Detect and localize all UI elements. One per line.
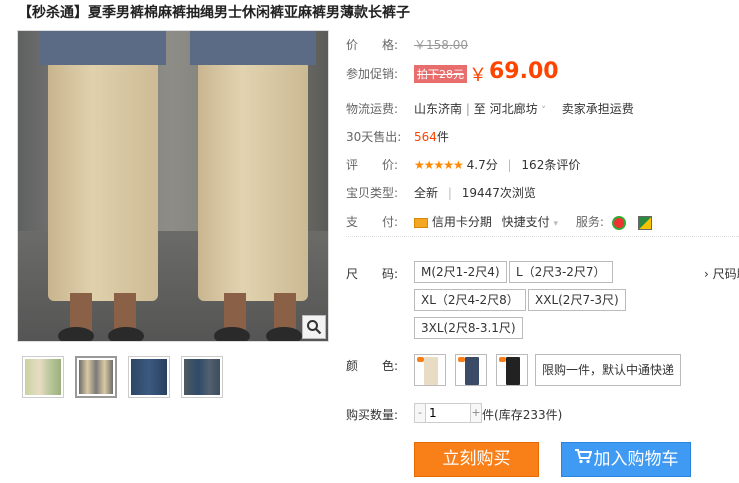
navy-swatch [465, 357, 479, 385]
destination-label: 河北廊坊 [489, 102, 538, 116]
promo-tag: 拍下28元 [414, 65, 467, 83]
shipping-to-sep: 至 [473, 102, 486, 116]
color-option-beige[interactable] [414, 354, 446, 386]
current-price: 69.00 [489, 59, 559, 84]
guarantee-icon[interactable] [637, 215, 652, 230]
view-count: 19447次浏览 [461, 186, 536, 200]
rating-value: ★★★★★ 4.7分 | 162条评价 [414, 156, 580, 173]
rating-score: 4.7分 [466, 158, 498, 172]
price-row: 价 格: ￥158.00 [346, 36, 468, 53]
thumbnail[interactable] [181, 356, 223, 398]
sandal [58, 327, 94, 341]
size-option-l[interactable]: L（2尺3-2尺7） [509, 261, 613, 283]
review-count-link[interactable]: 162条评价 [521, 158, 580, 172]
size-label: 尺 码: [346, 267, 399, 281]
thumbnail[interactable] [128, 356, 170, 398]
currency-symbol: ￥ [469, 65, 487, 86]
shipping-note: 卖家承担运费 [561, 102, 634, 116]
rating-row: 评 价: ★★★★★ 4.7分 | 162条评价 [346, 156, 580, 173]
pants-back-view [198, 31, 308, 301]
selected-dot-icon [417, 357, 424, 362]
cart-icon [574, 443, 592, 476]
shipping-from: 山东济南 [414, 102, 463, 116]
color-option-note[interactable]: 限购一件，默认中通快递 [535, 354, 682, 386]
item-type-sep: | [447, 186, 452, 200]
service-label: 服务: [575, 215, 604, 229]
quantity-stock: 件(库存233件) [482, 406, 562, 423]
add-to-cart-label: 加入购物车 [593, 449, 679, 470]
color-label: 颜 色: [346, 359, 399, 373]
shipping-label: 物流运费: [346, 102, 399, 116]
pants-front-view [48, 31, 158, 301]
selected-dot-icon [458, 357, 465, 362]
sandal [214, 327, 250, 341]
sandal [266, 327, 302, 341]
seven-day-return-icon[interactable] [611, 215, 626, 230]
quantity-unit: 件 [482, 408, 495, 422]
payment-label: 支 付: [346, 215, 399, 229]
sales-count: 564 [414, 130, 437, 144]
beige-swatch [424, 357, 438, 385]
item-condition: 全新 [414, 186, 439, 200]
add-to-cart-button[interactable]: 加入购物车 [561, 442, 691, 477]
credit-installment[interactable]: 信用卡分期 [432, 215, 492, 229]
shipping-value: 山东济南 | 至 河北廊坊 ˅ 卖家承担运费 [414, 100, 634, 117]
item-type-label: 宝贝类型: [346, 186, 399, 200]
section-divider [346, 236, 739, 237]
size-option-m[interactable]: M(2尺1-2尺4) [414, 261, 507, 283]
sales-value: 564件 [414, 128, 449, 145]
shirt-hem-right [190, 31, 316, 65]
sandal [108, 327, 144, 341]
quantity-stepper: - + [414, 403, 482, 423]
payment-value: 信用卡分期 快捷支付 ▾ 服务: [414, 213, 652, 230]
thumbnail[interactable] [75, 356, 117, 398]
quantity-minus-button[interactable]: - [414, 403, 426, 423]
original-price: ￥158.00 [414, 38, 468, 52]
thumbnail-strip [22, 356, 223, 398]
shirt-hem-left [40, 31, 166, 65]
item-type-value: 全新 | 19447次浏览 [414, 184, 536, 201]
stock-count: (库存233件) [494, 408, 563, 422]
size-chart-link[interactable]: › 尺码助 [704, 265, 739, 282]
quick-pay[interactable]: 快捷支付 [502, 215, 550, 229]
color-option-navy[interactable] [455, 354, 487, 386]
payment-row: 支 付: 信用卡分期 快捷支付 ▾ 服务: [346, 213, 652, 230]
black-swatch [506, 357, 520, 385]
rating-label: 评 价: [346, 158, 399, 172]
buy-now-button[interactable]: 立刻购买 [414, 442, 539, 477]
shipping-sep: | [465, 102, 470, 116]
price-label: 价 格: [346, 38, 399, 52]
rating-sep: | [507, 158, 512, 172]
main-product-image[interactable] [17, 30, 329, 342]
chevron-down-icon[interactable]: ▾ [554, 219, 559, 229]
promo-label: 参加促销: [346, 67, 399, 81]
quantity-plus-button[interactable]: + [470, 403, 482, 423]
size-option-xxl[interactable]: XXL(2尺7-3尺) [528, 289, 626, 311]
sales-unit: 件 [436, 130, 449, 144]
quantity-label: 购买数量: [346, 408, 399, 422]
color-option-black[interactable] [496, 354, 528, 386]
zoom-icon[interactable] [302, 315, 326, 339]
item-type-row: 宝贝类型: 全新 | 19447次浏览 [346, 184, 536, 201]
sales-row: 30天售出: 564件 [346, 128, 449, 145]
chevron-down-icon: ˅ [541, 106, 546, 116]
shipping-row: 物流运费: 山东济南 | 至 河北廊坊 ˅ 卖家承担运费 [346, 100, 634, 117]
quantity-input[interactable] [426, 403, 470, 423]
star-rating-icon: ★★★★★ [414, 158, 464, 172]
size-option-3xl[interactable]: 3XL(2尺8-3.1尺) [414, 317, 523, 339]
credit-card-icon [414, 217, 428, 228]
product-title: 【秒杀通】夏季男裤棉麻裤抽绳男士休闲裤亚麻裤男薄款长裤子 [18, 5, 410, 21]
shipping-destination[interactable]: 河北廊坊 ˅ [490, 102, 546, 116]
sales-label: 30天售出: [346, 130, 402, 144]
size-option-xl[interactable]: XL（2尺4-2尺8） [414, 289, 526, 311]
selected-dot-icon [499, 357, 506, 362]
thumbnail[interactable] [22, 356, 64, 398]
